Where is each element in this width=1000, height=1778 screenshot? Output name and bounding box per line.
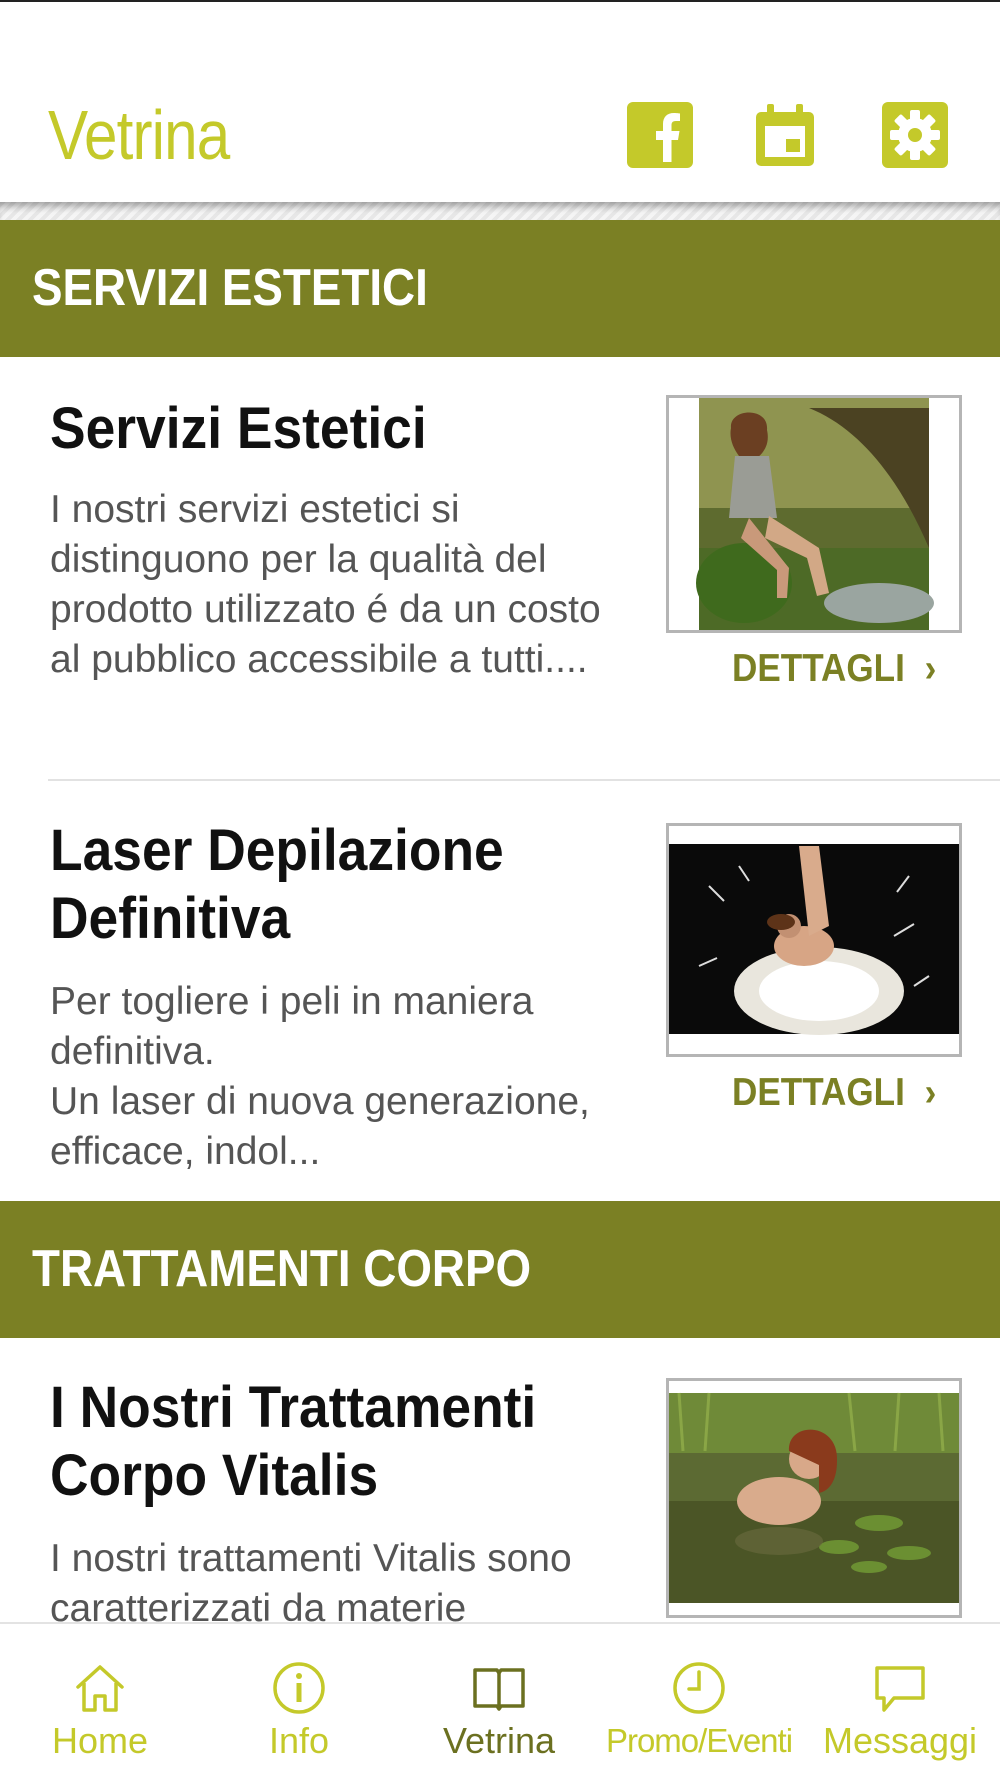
- card-title: Laser Depilazione Definitiva: [50, 818, 504, 951]
- section-title: SERVIZI ESTETICI: [32, 259, 428, 317]
- page-title: Vetrina: [48, 96, 230, 174]
- chevron-right-icon: ›: [924, 1071, 937, 1114]
- book-icon: [473, 1668, 525, 1711]
- tab-label: Promo/Eventi: [605, 1722, 793, 1759]
- tab-label: Vetrina: [442, 1720, 556, 1761]
- bottom-tab-bar: Home Info Vetrina Promo/Eventi Messaggi: [0, 1622, 1000, 1778]
- home-icon: [76, 1665, 124, 1712]
- section-header-servizi-estetici: SERVIZI ESTETICI: [0, 220, 1000, 357]
- card-description: I nostri trattamenti Vitalis sono caratt…: [50, 1537, 572, 1622]
- tab-messaggi[interactable]: Messaggi: [800, 1624, 1000, 1778]
- app-screen: Vetrina SERVIZI ESTETICI Servizi Estetic…: [0, 0, 1000, 1778]
- details-link[interactable]: DETTAGLI ›: [732, 647, 936, 691]
- info-icon: [273, 1662, 325, 1714]
- woman-in-pond-photo: [666, 1378, 962, 1618]
- settings-gear-icon[interactable]: [880, 100, 950, 170]
- tab-label: Messaggi: [822, 1720, 978, 1761]
- header-shadow: [0, 202, 1000, 220]
- tab-label: Home: [51, 1720, 149, 1761]
- card-title: I Nostri Trattamenti Corpo Vitalis: [50, 1375, 537, 1508]
- chat-bubble-icon: [875, 1666, 925, 1712]
- list-item[interactable]: Laser Depilazione Definitiva Per toglier…: [0, 781, 1000, 1201]
- card-title: Servizi Estetici: [50, 396, 427, 461]
- section-title: TRATTAMENTI CORPO: [32, 1240, 532, 1298]
- list-item[interactable]: I Nostri Trattamenti Corpo Vitalis I nos…: [0, 1338, 1000, 1622]
- card-description: I nostri servizi estetici si distinguono…: [50, 488, 601, 681]
- chevron-right-icon: ›: [924, 647, 937, 690]
- tab-vetrina[interactable]: Vetrina: [399, 1624, 599, 1778]
- tab-info[interactable]: Info: [199, 1624, 399, 1778]
- details-link[interactable]: DETTAGLI ›: [732, 1071, 936, 1115]
- woman-sitting-by-stream-photo: [666, 395, 962, 633]
- woman-on-dandelion-photo: [666, 823, 962, 1057]
- tab-label: Info: [268, 1720, 330, 1761]
- card-description: Per togliere i peli in maniera definitiv…: [50, 980, 590, 1173]
- details-label: DETTAGLI: [732, 647, 905, 690]
- tab-promo-eventi[interactable]: Promo/Eventi: [599, 1624, 799, 1778]
- tab-home[interactable]: Home: [0, 1624, 200, 1778]
- top-header: Vetrina: [0, 0, 1000, 202]
- calendar-icon[interactable]: [750, 100, 820, 170]
- section-header-trattamenti-corpo: TRATTAMENTI CORPO: [0, 1201, 1000, 1338]
- clock-icon: [673, 1662, 725, 1714]
- facebook-icon[interactable]: [625, 100, 695, 170]
- details-label: DETTAGLI: [732, 1071, 905, 1114]
- list-item[interactable]: Servizi Estetici I nostri servizi esteti…: [0, 357, 1000, 779]
